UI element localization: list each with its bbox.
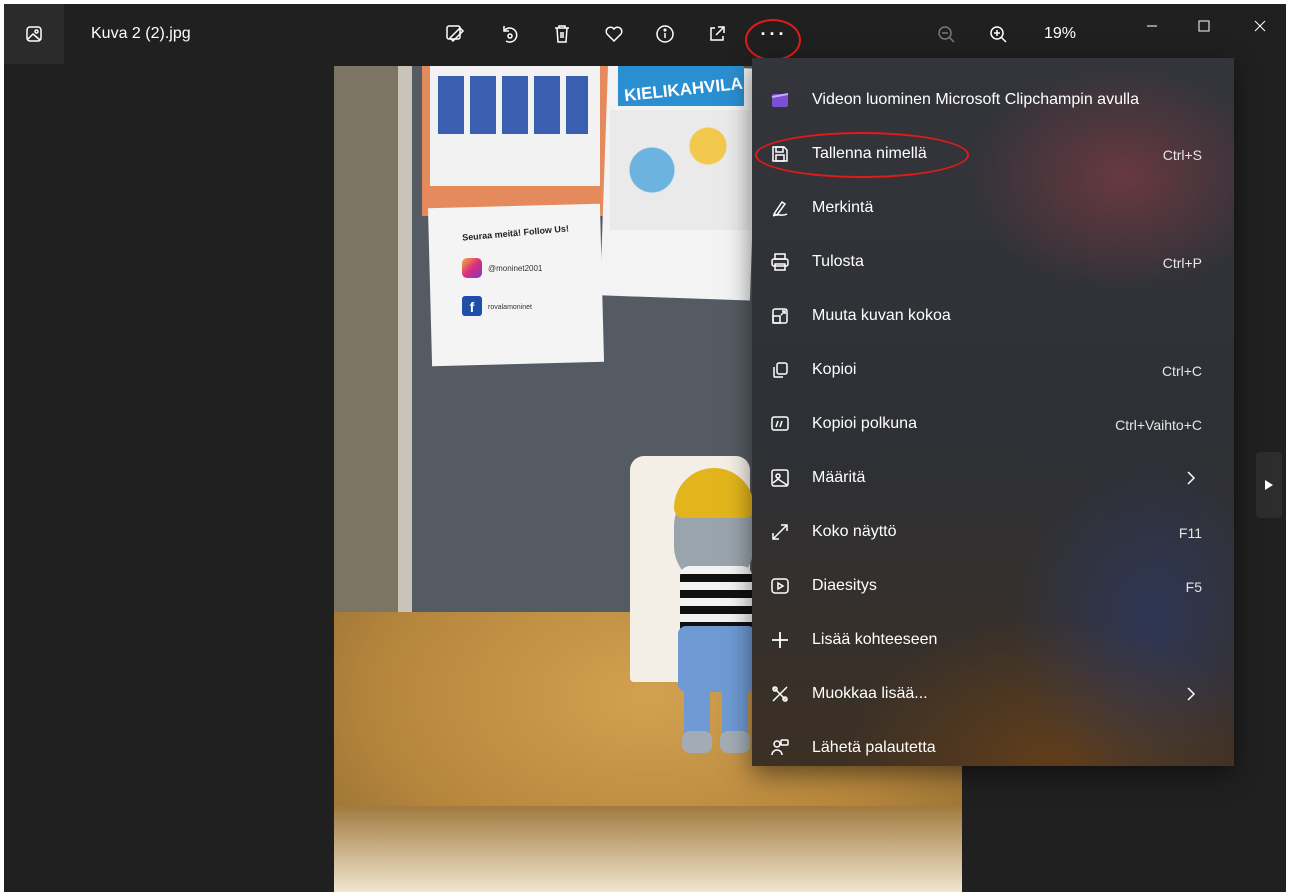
zoom-out-button[interactable]	[930, 18, 962, 50]
menu-item-label: Koko näyttö	[812, 523, 897, 540]
facebook-logo-icon: f	[462, 296, 482, 316]
file-name: Kuva 2 (2).jpg	[91, 25, 191, 42]
photos-app-window: Kuva 2 (2).jpg ··· 19% Seuraa meitä! Fol…	[4, 4, 1286, 892]
more-options-button[interactable]: ···	[754, 18, 794, 50]
gallery-icon	[26, 26, 42, 42]
menu-item-label: Muokkaa lisää...	[812, 685, 928, 702]
resize-icon	[768, 304, 792, 328]
zoom-in-icon	[990, 26, 1007, 43]
minimize-icon	[1147, 25, 1157, 27]
menu-item-copy-as-path[interactable]: Kopioi polkuna Ctrl+Vaihto+C	[752, 400, 1234, 448]
save-icon	[768, 142, 792, 166]
copy-icon	[768, 358, 792, 382]
menu-item-shortcut: Ctrl+Vaihto+C	[1115, 417, 1202, 433]
menu-item-save-as[interactable]: Tallenna nimellä Ctrl+S	[752, 130, 1234, 178]
photo-poster-blocks	[438, 76, 588, 134]
menu-item-send-feedback[interactable]: Lähetä palautetta	[752, 724, 1234, 772]
menu-item-label: Tulosta	[812, 253, 864, 270]
photo-toy-foot-right	[720, 731, 750, 753]
zoom-out-icon	[938, 26, 955, 43]
menu-item-label: Kopioi polkuna	[812, 415, 917, 432]
instagram-logo-icon	[462, 258, 482, 278]
clipchamp-icon	[768, 88, 792, 112]
photo-toy-leg-right	[722, 686, 748, 736]
more-options-menu: Videon luominen Microsoft Clipchampin av…	[752, 58, 1234, 766]
gallery-button[interactable]	[4, 4, 64, 64]
photo-toy-foot-left	[682, 731, 712, 753]
share-button[interactable]	[701, 18, 733, 50]
delete-button[interactable]	[546, 18, 578, 50]
menu-item-label: Videon luominen Microsoft Clipchampin av…	[812, 91, 1139, 108]
zoom-level[interactable]: 19%	[1044, 25, 1076, 43]
menu-item-markup[interactable]: Merkintä	[752, 184, 1234, 232]
add-icon	[768, 628, 792, 652]
photo-toy-pants	[678, 626, 756, 692]
feedback-icon	[768, 736, 792, 760]
edit-more-icon	[768, 682, 792, 706]
menu-item-shortcut: F5	[1185, 579, 1202, 595]
menu-item-shortcut: F11	[1178, 525, 1202, 541]
slideshow-icon	[768, 574, 792, 598]
next-image-button[interactable]	[1256, 452, 1282, 518]
close-button[interactable]	[1240, 10, 1280, 42]
menu-item-shortcut: Ctrl+P	[1162, 255, 1202, 271]
photo-instagram-handle: @moninet2001	[488, 264, 543, 273]
copy-path-icon	[768, 412, 792, 436]
menu-item-label: Merkintä	[812, 199, 874, 216]
photo-wall-shadow	[334, 66, 398, 626]
close-icon	[1254, 20, 1266, 32]
menu-item-edit-more[interactable]: Muokkaa lisää...	[752, 670, 1234, 718]
edit-image-icon	[446, 25, 465, 43]
photo-table-edge	[334, 806, 962, 892]
chevron-right-icon	[1187, 471, 1196, 485]
menu-item-label: Määritä	[812, 469, 866, 486]
menu-item-copy[interactable]: Kopioi Ctrl+C	[752, 346, 1234, 394]
menu-item-resize[interactable]: Muuta kuvan kokoa	[752, 292, 1234, 340]
edit-image-button[interactable]	[439, 18, 471, 50]
menu-item-clipchamp[interactable]: Videon luominen Microsoft Clipchampin av…	[752, 76, 1234, 124]
photo-toy-leg-left	[684, 686, 710, 736]
rotate-icon	[503, 26, 518, 43]
fullscreen-icon	[768, 520, 792, 544]
menu-item-print[interactable]: Tulosta Ctrl+P	[752, 238, 1234, 286]
photo-kielikahvila-art	[610, 110, 750, 230]
maximize-icon	[1198, 20, 1210, 32]
set-as-icon	[768, 466, 792, 490]
chevron-right-icon	[1187, 687, 1196, 701]
menu-item-label: Lisää kohteeseen	[812, 631, 938, 648]
zoom-in-button[interactable]	[982, 18, 1014, 50]
menu-item-fullscreen[interactable]: Koko näyttö F11	[752, 508, 1234, 556]
menu-item-slideshow[interactable]: Diaesitys F5	[752, 562, 1234, 610]
title-bar: Kuva 2 (2).jpg ··· 19%	[4, 4, 1286, 64]
favorite-button[interactable]	[598, 18, 630, 50]
menu-item-add-to[interactable]: Lisää kohteeseen	[752, 616, 1234, 664]
play-right-icon	[1265, 480, 1273, 490]
info-icon	[656, 25, 674, 43]
menu-item-label: Lähetä palautetta	[812, 739, 936, 756]
menu-item-shortcut: Ctrl+C	[1161, 363, 1202, 379]
rotate-button[interactable]	[493, 18, 525, 50]
markup-icon	[768, 196, 792, 220]
menu-item-label: Kopioi	[812, 361, 857, 378]
maximize-button[interactable]	[1184, 10, 1224, 42]
menu-item-set-as[interactable]: Määritä	[752, 454, 1234, 502]
photo-facebook-handle: rovalamoninet	[488, 304, 532, 311]
trash-icon	[555, 25, 569, 43]
print-icon	[768, 250, 792, 274]
menu-item-label: Muuta kuvan kokoa	[812, 307, 951, 324]
minimize-button[interactable]	[1132, 10, 1172, 42]
heart-icon	[605, 26, 623, 43]
info-button[interactable]	[649, 18, 681, 50]
menu-item-label: Diaesitys	[812, 577, 877, 594]
menu-item-shortcut: Ctrl+S	[1162, 147, 1202, 163]
share-icon	[710, 26, 725, 41]
menu-item-label: Tallenna nimellä	[812, 145, 927, 162]
